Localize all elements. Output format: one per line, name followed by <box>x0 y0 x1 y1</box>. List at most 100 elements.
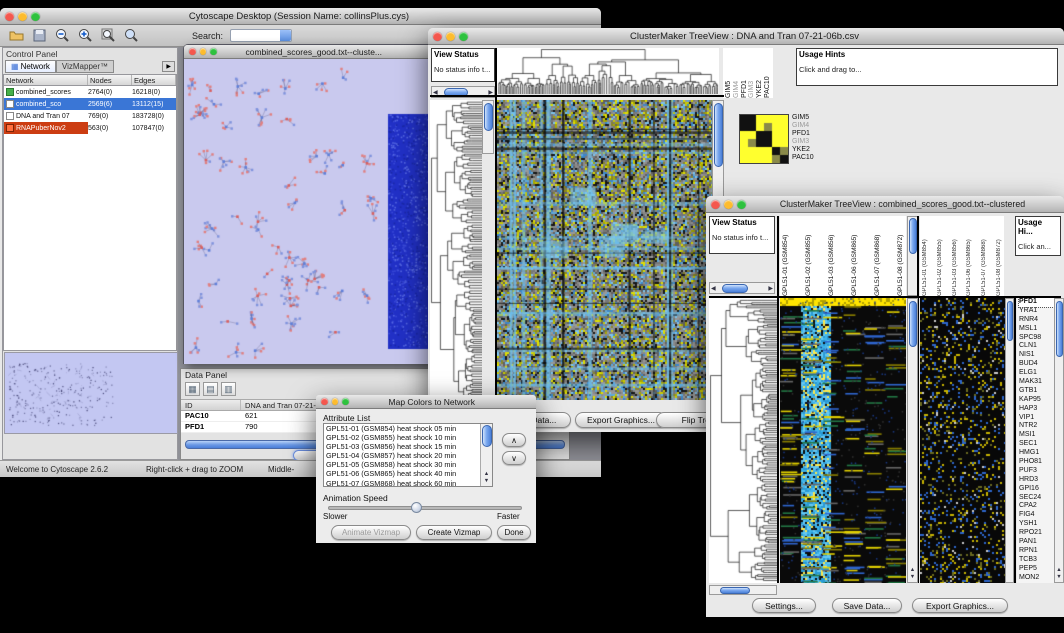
matrix-label[interactable]: PAC10 <box>792 154 832 162</box>
minimize-icon[interactable] <box>446 32 455 41</box>
gene-label[interactable]: PFD1 <box>1019 298 1054 307</box>
animate-vizmap-button[interactable]: Animate Vizmap <box>331 525 411 540</box>
col-edges[interactable]: Edges <box>132 75 176 85</box>
gene-label[interactable]: RNR4 <box>1019 316 1054 325</box>
scrollbar-thumb[interactable] <box>482 425 492 447</box>
maximize-icon[interactable] <box>737 200 746 209</box>
export-graphics-button[interactable]: Export Graphics... <box>912 598 1008 613</box>
column-label[interactable]: GPL51-03 (GSM856) <box>828 216 835 296</box>
minimize-icon[interactable] <box>724 200 733 209</box>
zoom-selected-icon[interactable] <box>123 28 139 44</box>
gene-label[interactable]: GTB1 <box>1019 387 1054 396</box>
treeview-dna-titlebar[interactable]: ClusterMaker TreeView : DNA and Tran 07-… <box>428 28 1064 45</box>
maximize-icon[interactable] <box>31 12 40 21</box>
matrix-label[interactable]: GIM3 <box>792 138 832 146</box>
gene-label[interactable]: GPI16 <box>1019 485 1054 494</box>
minimize-icon[interactable] <box>200 48 207 55</box>
slider-thumb[interactable] <box>722 284 748 293</box>
gene-label[interactable]: HRD3 <box>1019 476 1054 485</box>
gene-label[interactable]: CPA2 <box>1019 502 1054 511</box>
gene-list-vscrollbar[interactable]: ▲ ▼ <box>1054 298 1064 583</box>
scroll-up-icon[interactable]: ▲ <box>481 471 492 478</box>
network-row[interactable]: DNA and Tran 07 769(0) 183728(0) <box>4 110 176 122</box>
column-label[interactable]: GPL51-08 (GSM872) <box>897 216 904 296</box>
gene-label[interactable]: CLN1 <box>1019 342 1054 351</box>
done-button[interactable]: Done <box>497 525 531 540</box>
dna-column-dendrogram[interactable] <box>497 48 719 94</box>
settings-button[interactable]: Settings... <box>752 598 816 613</box>
combined-heatmap-vscrollbar[interactable]: ▲ ▼ <box>907 298 918 583</box>
attribute-delete-icon[interactable]: ▥ <box>221 382 236 396</box>
close-icon[interactable] <box>5 12 14 21</box>
minimize-icon[interactable] <box>332 398 339 405</box>
save-data-button[interactable]: Save Data... <box>832 598 902 613</box>
gene-label[interactable]: YRA1 <box>1019 307 1054 316</box>
gene-label[interactable]: RPN1 <box>1019 547 1054 556</box>
network-row[interactable]: RNAPuberNov2 563(0) 107847(0) <box>4 122 176 134</box>
attribute-item[interactable]: GPL51-01 (GSM854) heat shock 05 min <box>324 424 480 433</box>
slider-thumb[interactable] <box>484 103 493 131</box>
tab-network[interactable]: ▦ Network <box>5 60 56 73</box>
maximize-icon[interactable] <box>342 398 349 405</box>
speed-slider-thumb[interactable] <box>411 502 422 513</box>
slider-right-icon[interactable]: ▶ <box>768 285 773 292</box>
scroll-down-icon[interactable]: ▼ <box>908 574 917 581</box>
network-row[interactable]: combined_scores 2764(0) 16218(0) <box>4 86 176 98</box>
matrix-label[interactable]: GIM5 <box>792 114 832 122</box>
gene-label[interactable]: HMG1 <box>1019 449 1054 458</box>
network-overview-thumbnail[interactable] <box>4 352 178 434</box>
gene-label[interactable]: ELG1 <box>1019 369 1054 378</box>
col-id[interactable]: ID <box>181 400 241 410</box>
gene-label[interactable]: TCB3 <box>1019 556 1054 565</box>
column-label[interactable]: GIM3 <box>748 48 755 98</box>
attribute-item[interactable]: GPL51-02 (GSM855) heat shock 10 min <box>324 433 480 442</box>
combined-heatmap[interactable] <box>780 298 906 583</box>
save-icon[interactable] <box>31 28 47 44</box>
column-label[interactable]: GPL51-01 (GSM854) <box>782 216 789 296</box>
tabs-overflow-button[interactable]: ▶ <box>162 61 175 72</box>
gene-label[interactable]: YSH1 <box>1019 520 1054 529</box>
attribute-list[interactable]: GPL51-01 (GSM854) heat shock 05 minGPL51… <box>323 423 493 487</box>
scrollbar-thumb[interactable] <box>909 301 917 347</box>
scrollbar-thumb[interactable] <box>714 103 723 167</box>
gene-label[interactable]: SEC24 <box>1019 494 1054 503</box>
gene-label[interactable]: MSI1 <box>1019 431 1054 440</box>
scrollbar-thumb[interactable] <box>720 587 750 594</box>
cytoscape-titlebar[interactable]: Cytoscape Desktop (Session Name: collins… <box>0 8 601 25</box>
column-label[interactable]: GPL51-02 (GSM855) <box>805 216 812 296</box>
gene-label[interactable]: NIS1 <box>1019 351 1054 360</box>
col-nodes[interactable]: Nodes <box>88 75 132 85</box>
column-label[interactable]: GIM5 <box>725 48 732 98</box>
gene-label[interactable]: VIP1 <box>1019 414 1054 423</box>
dialog-titlebar[interactable]: Map Colors to Network <box>316 395 536 409</box>
gene-label[interactable]: NTR2 <box>1019 422 1054 431</box>
combined-zoom-slider[interactable]: ◀ ▶ <box>709 282 775 294</box>
scroll-down-icon[interactable]: ▼ <box>1055 574 1063 581</box>
move-down-button[interactable]: ∨ <box>502 451 526 465</box>
matrix-label[interactable]: GIM4 <box>792 122 832 130</box>
gene-label[interactable]: SEC1 <box>1019 440 1054 449</box>
gene-label[interactable]: MON2 <box>1019 574 1054 583</box>
scroll-down-icon[interactable]: ▼ <box>481 478 492 485</box>
gene-label[interactable]: PAN1 <box>1019 538 1054 547</box>
gene-label[interactable]: BUD4 <box>1019 360 1054 369</box>
maximize-icon[interactable] <box>459 32 468 41</box>
network-view-titlebar[interactable]: combined_scores_good.txt--cluste... <box>184 45 432 59</box>
scrollbar-thumb[interactable] <box>1056 301 1063 357</box>
column-label[interactable]: GPL51-06 (GSM865) <box>851 216 858 296</box>
zoom-in-icon[interactable] <box>77 28 93 44</box>
treeview-combined-titlebar[interactable]: ClusterMaker TreeView : combined_scores_… <box>706 196 1064 213</box>
attribute-item[interactable]: GPL51-05 (GSM858) heat shock 30 min <box>324 460 480 469</box>
dna-tree-vslider[interactable] <box>482 100 494 154</box>
column-label[interactable]: YKE2 <box>756 48 763 98</box>
create-vizmap-button[interactable]: Create Vizmap <box>416 525 492 540</box>
attribute-item[interactable]: GPL51-06 (GSM865) heat shock 40 min <box>324 469 480 478</box>
combined-row-dendrogram[interactable] <box>709 298 777 583</box>
gene-label[interactable]: RPO21 <box>1019 529 1054 538</box>
column-label[interactable]: GPL51-07 (GSM868) <box>874 216 881 296</box>
combined-global-heatmap[interactable] <box>920 298 1005 583</box>
dna-heatmap[interactable] <box>497 100 712 400</box>
col-network[interactable]: Network <box>4 75 88 85</box>
gene-label[interactable]: MAK31 <box>1019 378 1054 387</box>
attribute-select-icon[interactable]: ▦ <box>185 382 200 396</box>
